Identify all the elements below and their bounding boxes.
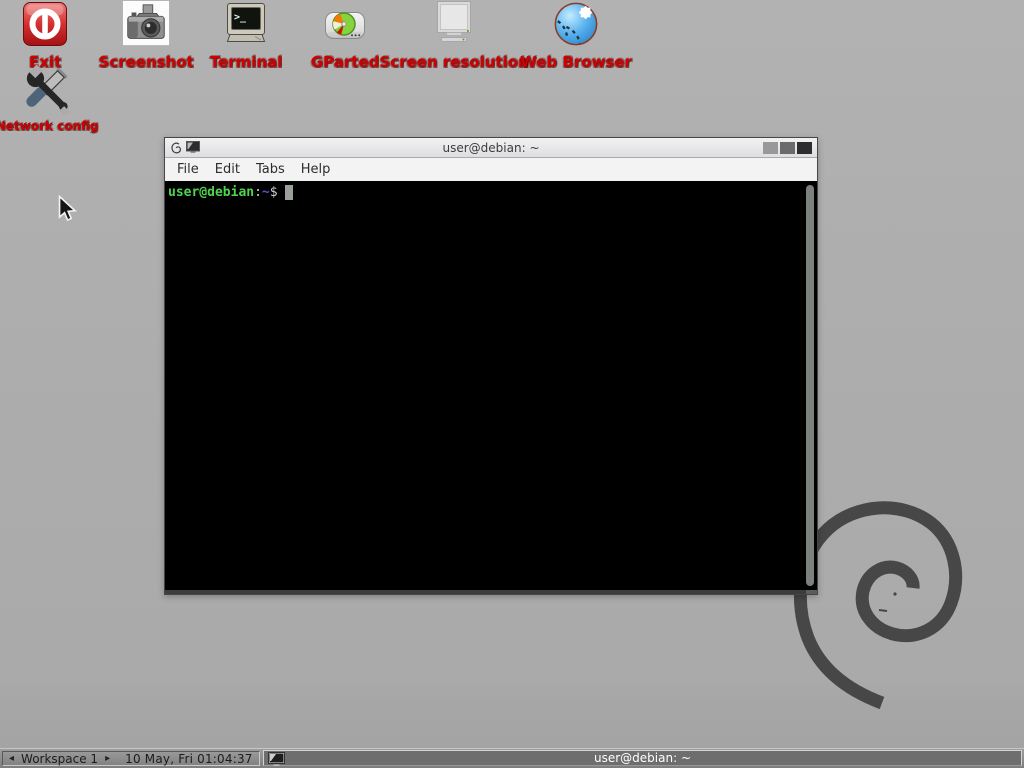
desktop-icon-web-browser[interactable]: Web Browser — [511, 0, 641, 71]
tools-icon — [23, 66, 71, 114]
prompt-dollar: $ — [270, 185, 278, 200]
menu-file[interactable]: File — [169, 160, 207, 179]
menu-tabs[interactable]: Tabs — [248, 160, 293, 179]
terminal-screen[interactable]: user@debian:~$ — [165, 181, 817, 590]
prompt-colon: : — [254, 185, 262, 200]
scrollbar-thumb[interactable] — [806, 185, 814, 586]
disk-partition-icon — [321, 0, 369, 48]
terminal-cursor — [285, 185, 293, 200]
clock: 10 May, Fri 01:04:37 — [125, 752, 253, 766]
desktop-icon-label: Web Browser — [520, 53, 632, 71]
crt-terminal-icon: >_ — [222, 0, 270, 48]
prompt-path: ~ — [262, 185, 270, 200]
camera-icon — [122, 0, 170, 48]
prompt-line: user@debian:~$ — [168, 185, 814, 200]
minimize-button[interactable] — [763, 142, 778, 154]
terminal-task-icon — [268, 752, 285, 767]
desktop-icon-label: GParted — [311, 53, 380, 71]
desktop-icon-label: Network config — [0, 119, 98, 133]
desktop-icon-screen-resolution[interactable]: Screen resolution — [389, 0, 519, 71]
globe-icon — [552, 0, 600, 48]
debian-swirl-icon — [170, 141, 182, 155]
terminal-mini-icon — [186, 141, 200, 154]
mouse-cursor — [58, 195, 77, 223]
menu-help[interactable]: Help — [293, 160, 339, 179]
titlebar[interactable]: user@debian: ~ — [165, 138, 817, 158]
maximize-button[interactable] — [780, 142, 795, 154]
taskbar: ◂ Workspace 1 ▸ 10 May, Fri 01:04:37 ◂ ▸… — [0, 748, 1024, 768]
window-title: user@debian: ~ — [165, 141, 817, 155]
desktop-icon-network-config[interactable]: Network config — [0, 66, 112, 133]
task-title: user@debian: ~ — [594, 751, 691, 765]
pager-clock-panel: ◂ Workspace 1 ▸ 10 May, Fri 01:04:37 ◂ ▸ — [2, 751, 260, 766]
svg-text:>_: >_ — [234, 12, 247, 23]
window-bottom-edge[interactable] — [165, 590, 817, 594]
close-button[interactable] — [797, 142, 812, 154]
desktop-icon-label: Screen resolution — [379, 53, 528, 71]
pager-next-icon[interactable]: ▸ — [105, 754, 110, 764]
desktop-icon-label: Screenshot — [98, 53, 193, 71]
pager-prev-icon[interactable]: ◂ — [9, 754, 14, 764]
menu-edit[interactable]: Edit — [207, 160, 248, 179]
scrollbar[interactable] — [806, 185, 815, 586]
workspace-label[interactable]: Workspace 1 — [21, 752, 98, 766]
menubar: File Edit Tabs Help — [165, 158, 817, 181]
desktop-icon-label: Terminal — [210, 53, 283, 71]
resize-grip[interactable] — [806, 590, 817, 594]
desktop: Exit Screenshot >_ — [0, 0, 1024, 768]
power-icon — [21, 0, 69, 48]
task-button[interactable]: user@debian: ~ — [263, 750, 1022, 766]
terminal-window: user@debian: ~ File Edit Tabs Help user@… — [164, 137, 818, 595]
prompt-user-host: user@debian — [168, 185, 254, 200]
monitor-icon — [430, 0, 478, 48]
